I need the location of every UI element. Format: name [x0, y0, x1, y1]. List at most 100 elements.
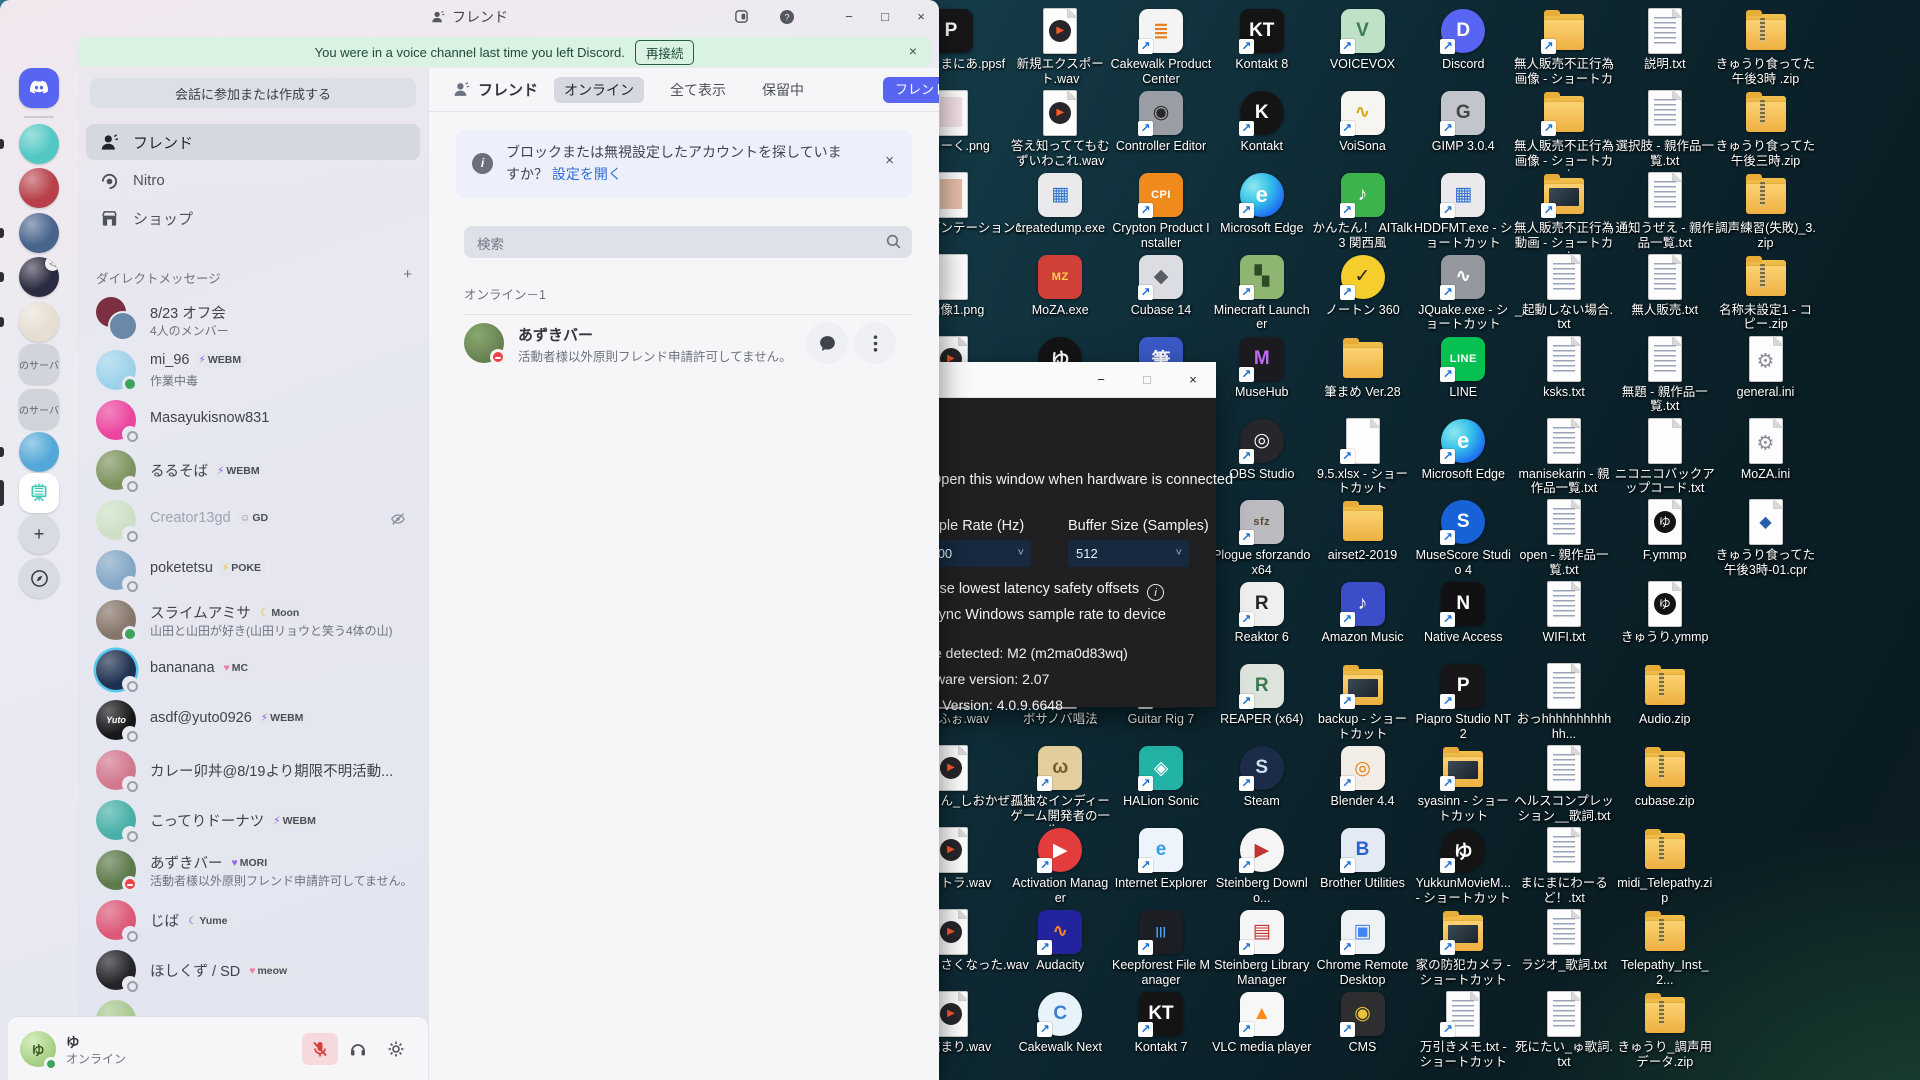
- desktop-icon[interactable]: Audio.zip: [1614, 663, 1715, 727]
- desktop-icon[interactable]: ↗ 無人販売不正行為動画 - ショートカット: [1514, 172, 1615, 253]
- server-teal-face[interactable]: [19, 124, 59, 164]
- desktop-icon[interactable]: P ↗ Piapro Studio NT2: [1413, 663, 1514, 742]
- close-button[interactable]: ×: [903, 0, 939, 33]
- server-text-2[interactable]: のサーバ: [19, 389, 59, 429]
- server-news[interactable]: [19, 213, 59, 253]
- desktop-icon[interactable]: ↗ 無人販売不正行為画像 - ショートカッ...: [1514, 8, 1615, 89]
- desktop-icon[interactable]: ✓ ↗ ノートン 360: [1312, 254, 1413, 318]
- server-easel[interactable]: [19, 473, 59, 513]
- desktop-icon[interactable]: ↗ 無人販売不正行為画像 - ショートカット: [1514, 90, 1615, 171]
- desktop-icon[interactable]: e ↗ Microsoft Edge: [1211, 172, 1312, 236]
- desktop-icon[interactable]: CPI ↗ Crypton Product Installer: [1111, 172, 1212, 251]
- desktop-icon[interactable]: S ↗ Steam: [1211, 745, 1312, 809]
- dialog-minimize-button[interactable]: −: [1078, 362, 1124, 398]
- desktop-icon[interactable]: ▦ ↗ HDDFMT.exe - ショートカット: [1413, 172, 1514, 251]
- desktop-icon[interactable]: 死にたい_ゅ歌詞.txt: [1514, 990, 1615, 1070]
- dm-item[interactable]: じば ☾ Yume: [86, 897, 420, 943]
- info-close-icon[interactable]: ×: [885, 152, 894, 169]
- desktop-icon[interactable]: 説明.txt: [1614, 8, 1715, 72]
- desktop-icon[interactable]: ニコニコバックアップコード.txt: [1614, 417, 1715, 497]
- minimize-button[interactable]: −: [831, 0, 867, 33]
- discord-titlebar[interactable]: フレンド ? − □ ×: [0, 0, 939, 33]
- desktop-icon[interactable]: 無人販売.txt: [1614, 253, 1715, 318]
- desktop-icon[interactable]: ↗ 万引きメモ.txt - ショートカット: [1413, 990, 1514, 1070]
- desktop-icon[interactable]: ↗ 家の防犯カメラ - ショートカット: [1413, 909, 1514, 988]
- desktop-icon[interactable]: きゅうり_調声用データ.zip: [1614, 991, 1715, 1070]
- dm-item[interactable]: Yuto asdf@yuto0926 ⚡ WEBM: [86, 697, 420, 743]
- desktop-icon[interactable]: ⚙ MoZA.ini: [1715, 417, 1816, 482]
- discord-home[interactable]: [19, 68, 59, 108]
- search-input[interactable]: 検索: [464, 226, 912, 258]
- desktop-icon[interactable]: ゆ F.ymmp: [1614, 499, 1715, 563]
- server-chibi[interactable]: [19, 302, 59, 342]
- dm-item[interactable]: るるそば ⚡ WEBM: [86, 447, 420, 493]
- desktop-icon[interactable]: airset2-2019: [1312, 499, 1413, 563]
- desktop-icon[interactable]: ▤ ↗ Steinberg Library Manager: [1211, 909, 1312, 988]
- server-text-1[interactable]: のサーバ: [19, 344, 59, 384]
- desktop-icon[interactable]: M ↗ MuseHub: [1211, 336, 1312, 400]
- dm-item[interactable]: あずきバー ♥ MORI 活動者様以外原則フレンド申請許可してません。: [86, 847, 420, 893]
- server-megmania[interactable]: ◁: [19, 257, 59, 297]
- desktop-icon[interactable]: ♪ ↗ Amazon Music: [1312, 581, 1413, 645]
- desktop-icon[interactable]: Telepathy_Inst_2...: [1614, 909, 1715, 988]
- desktop-icon[interactable]: ↗ backup - ショートカット: [1312, 663, 1413, 742]
- explore-servers[interactable]: [19, 558, 59, 598]
- desktop-icon[interactable]: ◆ ↗ Cubase 14: [1111, 254, 1212, 318]
- dm-item[interactable]: bananana ♥ MC: [86, 647, 420, 693]
- desktop-icon[interactable]: ∿ ↗ VoiSona: [1312, 90, 1413, 154]
- desktop-icon[interactable]: ≣ ↗ Cakewalk Product Center: [1111, 8, 1212, 87]
- sync-sample-rate-checkbox-label[interactable]: Sync Windows sample rate to device: [929, 607, 1166, 623]
- tab-pending[interactable]: 保留中: [752, 77, 814, 103]
- desktop-icon[interactable]: manisekarin - 親作品一覧.txt: [1514, 417, 1615, 497]
- open-settings-link[interactable]: 設定を開く: [552, 166, 622, 182]
- desktop-icon[interactable]: まにまにわーるど！.txt: [1514, 827, 1615, 906]
- dm-item[interactable]: Masayukisnow831: [86, 397, 420, 443]
- info-icon[interactable]: i: [1147, 584, 1165, 601]
- desktop-icon[interactable]: 選択肢 - 親作品一覧.txt: [1614, 89, 1715, 169]
- desktop-icon[interactable]: ▶ ↗ Activation Manager: [1010, 827, 1111, 906]
- desktop-icon[interactable]: ゆきゅうり.ymmp: [1614, 581, 1715, 645]
- desktop-icon[interactable]: _起動しない場合.txt: [1514, 253, 1615, 333]
- mic-muted-button[interactable]: [302, 1033, 338, 1065]
- lowest-latency-checkbox-label[interactable]: Use lowest latency safety offsets i: [929, 581, 1165, 601]
- desktop-icon[interactable]: sfz ↗ Plogue sforzando x64: [1211, 499, 1312, 578]
- friend-row[interactable]: あずきバー 活動者様以外原則フレンド申請許可してません。: [456, 316, 912, 370]
- desktop-icon[interactable]: ゆ ↗ YukkunMovieM... - ショートカット: [1413, 827, 1514, 906]
- desktop-icon[interactable]: open - 親作品一覧.txt: [1514, 499, 1615, 578]
- desktop-icon[interactable]: 通知うぜえ - 親作品一覧.txt: [1614, 171, 1715, 251]
- message-button[interactable]: [806, 322, 848, 364]
- reconnect-button[interactable]: 再接続: [634, 39, 695, 65]
- add-server[interactable]: +: [19, 514, 59, 554]
- sidebar-item-nitro[interactable]: Nitro: [86, 162, 420, 198]
- desktop-icon[interactable]: S ↗ MuseScore Studio 4: [1413, 499, 1514, 578]
- open-on-connect-label[interactable]: Open this window when hardware is connec…: [930, 472, 1233, 488]
- more-options-button[interactable]: [854, 322, 896, 364]
- desktop-icon[interactable]: ▶ 答え知っててもむずいわこれ.wav: [1010, 89, 1111, 169]
- desktop-icon[interactable]: ▶ ↗ Steinberg Downlo...: [1211, 827, 1312, 906]
- desktop-icon[interactable]: ▦ createdump.exe: [1010, 172, 1111, 236]
- desktop-icon[interactable]: ∿ ↗ Audacity: [1010, 909, 1111, 973]
- desktop-icon[interactable]: ⚙ general.ini: [1715, 335, 1816, 400]
- dm-item[interactable]: カレー卯丼@8/19より期限不明活動...: [86, 747, 420, 793]
- desktop-icon[interactable]: KT ↗ Kontakt 7: [1111, 991, 1212, 1055]
- desktop-icon[interactable]: ∿ ↗ JQuake.exe - ショートカット: [1413, 254, 1514, 333]
- desktop-icon[interactable]: 無題 - 親作品一覧.txt: [1614, 335, 1715, 415]
- desktop-icon[interactable]: G ↗ GIMP 3.0.4: [1413, 90, 1514, 154]
- desktop-icon[interactable]: ↗ syasinn - ショートカット: [1413, 745, 1514, 824]
- headphones-button[interactable]: [340, 1033, 376, 1065]
- desktop-icon[interactable]: R ↗ REAPER (x64): [1211, 663, 1312, 727]
- join-or-create-button[interactable]: 会話に参加または作成する: [90, 78, 416, 108]
- server-collage[interactable]: [19, 168, 59, 208]
- sidebar-item-friends[interactable]: フレンド: [86, 124, 420, 160]
- desktop-icon[interactable]: e ↗ Internet Explorer: [1111, 827, 1212, 891]
- dm-item[interactable]: こってりドーナツ ⚡ WEBM: [86, 797, 420, 843]
- desktop-icon[interactable]: ◆ きゅうり食ってた午後3時-01.cpr: [1715, 499, 1816, 578]
- desktop-icon[interactable]: ||| ↗ Keepforest File Manager: [1111, 909, 1212, 988]
- desktop-icon[interactable]: C ↗ Cakewalk Next: [1010, 991, 1111, 1055]
- desktop-icon[interactable]: ▚ ↗ Minecraft Launcher: [1211, 254, 1312, 333]
- desktop-icon[interactable]: ω↗孤独なインディーゲーム開発者の一生 ...: [1010, 745, 1111, 826]
- desktop-icon[interactable]: MZ MoZA.exe: [1010, 254, 1111, 318]
- banner-close-icon[interactable]: ×: [909, 43, 917, 59]
- desktop-icon[interactable]: e ↗ Microsoft Edge: [1413, 418, 1514, 482]
- desktop-icon[interactable]: 調声練習(失敗)_3.zip: [1715, 172, 1816, 251]
